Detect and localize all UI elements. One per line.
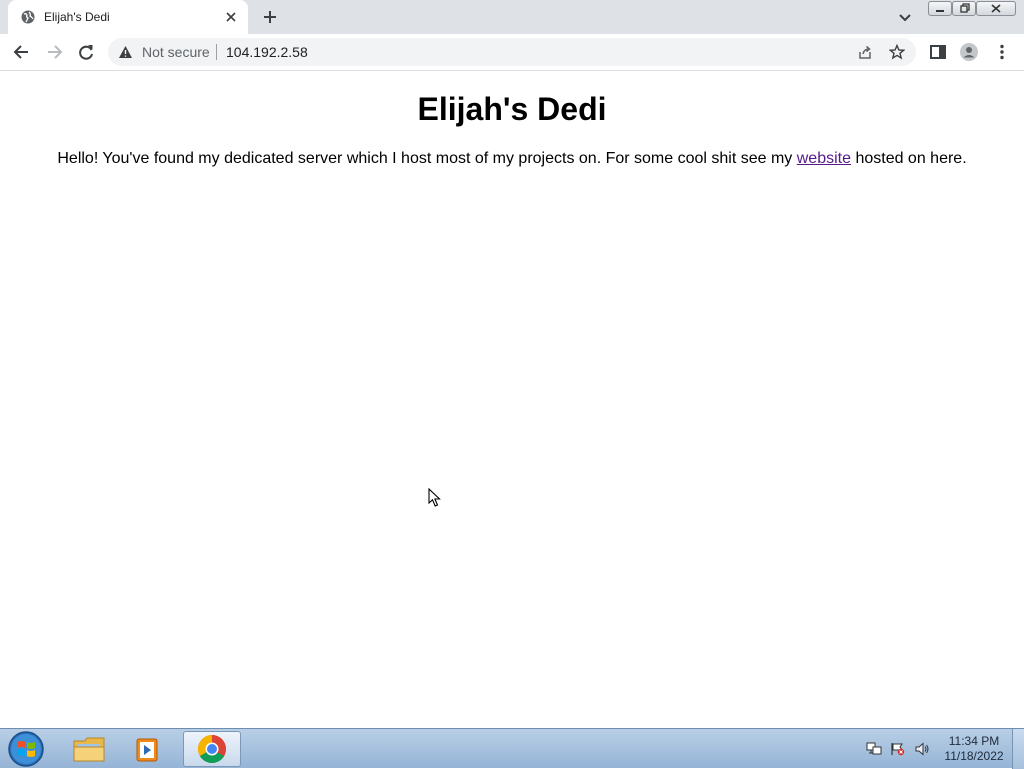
minimize-button[interactable] xyxy=(928,1,952,16)
security-label[interactable]: Not secure xyxy=(142,44,210,60)
browser-toolbar: Not secure 104.192.2.58 xyxy=(0,34,1024,71)
chevron-down-icon[interactable] xyxy=(896,8,914,26)
browser-tab[interactable]: Elijah's Dedi xyxy=(8,0,248,34)
flag-icon[interactable] xyxy=(890,742,906,756)
profile-icon[interactable] xyxy=(959,42,979,62)
windows-start-icon[interactable] xyxy=(7,731,45,767)
show-desktop-button[interactable] xyxy=(1012,729,1024,769)
mouse-cursor-icon xyxy=(428,488,441,507)
media-player-icon xyxy=(136,738,158,762)
folder-icon xyxy=(73,737,105,762)
chrome-icon xyxy=(198,735,226,763)
restore-icon xyxy=(960,3,970,13)
intro-text: Hello! You've found my dedicated server … xyxy=(57,150,797,167)
reload-icon[interactable] xyxy=(76,42,96,62)
clock-date: 11/18/2022 xyxy=(944,749,1004,763)
taskbar-chrome[interactable] xyxy=(183,731,241,767)
tab-title: Elijah's Dedi xyxy=(44,10,110,24)
globe-icon xyxy=(21,10,35,24)
tab-strip: Elijah's Dedi xyxy=(0,0,1024,34)
restore-button[interactable] xyxy=(952,1,976,16)
network-icon[interactable] xyxy=(866,742,882,756)
forward-arrow-icon[interactable] xyxy=(44,42,64,62)
page-heading: Elijah's Dedi xyxy=(417,91,607,127)
plus-icon[interactable] xyxy=(260,7,280,27)
clock-time: 11:34 PM xyxy=(948,734,1000,748)
taskbar-media-player[interactable] xyxy=(120,731,178,767)
taskbar-explorer[interactable] xyxy=(60,731,118,767)
share-icon[interactable] xyxy=(857,44,873,60)
intro-text-tail: hosted on here. xyxy=(851,150,967,167)
omnibox-divider xyxy=(216,44,217,60)
window-close-button[interactable] xyxy=(976,1,1016,16)
address-bar[interactable]: Not secure 104.192.2.58 xyxy=(108,38,916,66)
url-text[interactable]: 104.192.2.58 xyxy=(226,44,308,60)
taskbar: 11:34 PM 11/18/2022 xyxy=(0,728,1024,769)
star-icon[interactable] xyxy=(889,44,905,60)
close-icon[interactable] xyxy=(224,10,238,24)
warning-icon[interactable] xyxy=(118,45,133,59)
close-icon xyxy=(991,4,1001,13)
web-page: Elijah's Dedi Hello! You've found my ded… xyxy=(0,71,1024,728)
kebab-menu-icon[interactable] xyxy=(992,42,1012,62)
back-arrow-icon[interactable] xyxy=(12,42,32,62)
system-clock[interactable]: 11:34 PM 11/18/2022 xyxy=(936,734,1012,764)
intro-paragraph: Hello! You've found my dedicated server … xyxy=(0,150,1024,168)
speaker-icon[interactable] xyxy=(914,742,930,756)
minimize-icon xyxy=(936,10,944,12)
website-link[interactable]: website xyxy=(797,150,851,167)
side-panel-icon[interactable] xyxy=(928,42,948,62)
